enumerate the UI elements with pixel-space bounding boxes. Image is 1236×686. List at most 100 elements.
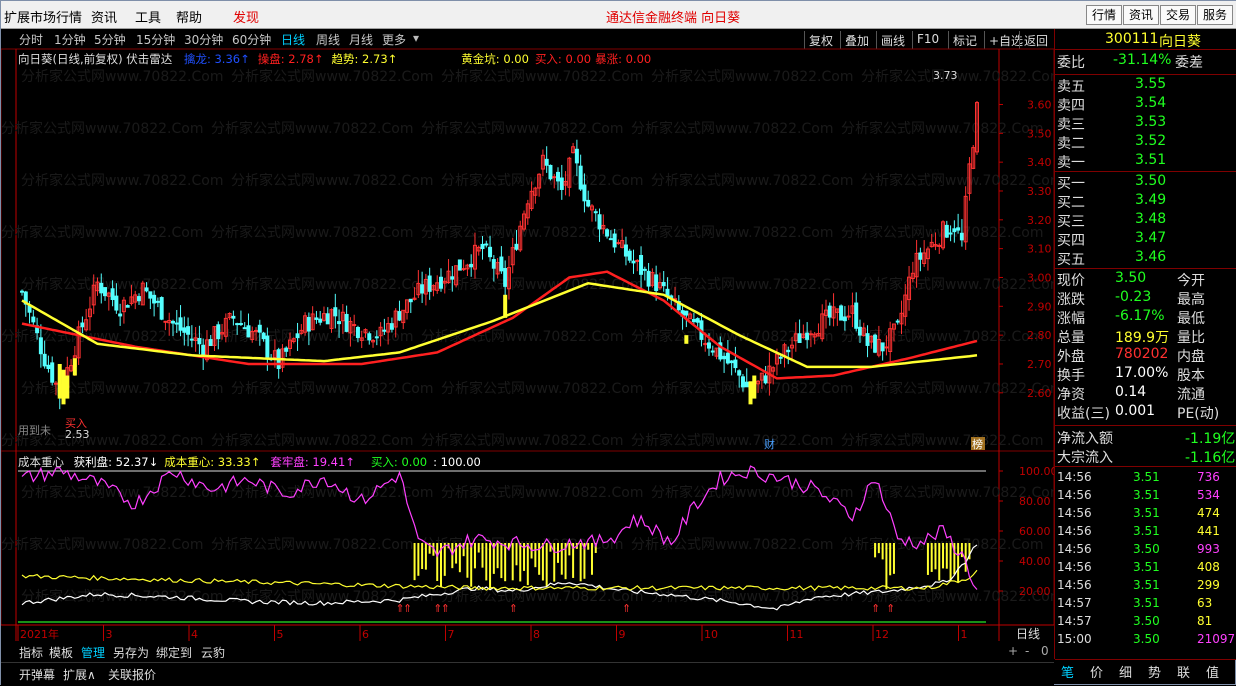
indicator-button[interactable]: 指标	[19, 644, 43, 661]
top-button-service[interactable]: 服务	[1197, 5, 1234, 25]
candle-body	[499, 256, 504, 272]
detail-tab[interactable]: 势	[1148, 662, 1161, 681]
candle-body	[503, 267, 508, 287]
stat-label: 净资	[1057, 387, 1085, 403]
stat-label-right: 最高	[1177, 292, 1205, 308]
manage-button[interactable]: 管理	[81, 644, 105, 661]
tick-volume: 63	[1197, 596, 1213, 610]
watermark-text: 分析家公式网www.70822.Com	[441, 68, 643, 85]
candle-body	[420, 284, 425, 294]
candle-body	[733, 359, 738, 369]
candle-body	[639, 254, 644, 275]
candle-body	[857, 326, 862, 336]
tick-volume: 993	[1197, 542, 1220, 556]
tick-price: 3.50	[1133, 632, 1160, 646]
sell-level-label: 卖三	[1057, 117, 1085, 133]
stat-label-right: PE(动)	[1177, 406, 1220, 422]
buy-arrow-icon: ⇑	[886, 602, 895, 615]
candle-body	[182, 327, 187, 333]
tick-price: 3.51	[1133, 578, 1160, 592]
sell-level-label: 卖一	[1057, 155, 1085, 171]
extend-toggle[interactable]: 扩展∧	[63, 666, 96, 683]
candle-body	[174, 322, 179, 325]
detail-tab[interactable]: 值	[1206, 662, 1219, 681]
stat-label: 换手	[1057, 368, 1085, 384]
candle-body	[438, 276, 443, 289]
watermark-text: 分析家公式网www.70822.Com	[231, 172, 433, 189]
candle-body	[635, 259, 640, 262]
candle-body	[480, 243, 485, 250]
stat-value: 3.50	[1115, 270, 1147, 286]
stat-label: 收益(三)	[1057, 406, 1110, 422]
zoom-in-button[interactable]: +	[1008, 644, 1018, 658]
buy-level-price: 3.46	[1135, 249, 1167, 265]
tick-volume: 441	[1197, 524, 1220, 538]
price-tick-label: 2.70	[1027, 358, 1052, 371]
top-button-quotes[interactable]: 行情	[1086, 5, 1123, 25]
watermark-text: 分析家公式网www.70822.Com	[231, 276, 433, 293]
indicator-value: 趋势: 2.73↑	[331, 52, 398, 66]
candle-body	[948, 232, 953, 235]
candle-body	[367, 333, 372, 341]
indicator-value: 买入: 0.00	[534, 52, 592, 66]
tick-time: 14:56	[1057, 488, 1092, 502]
top-button-trade[interactable]: 交易	[1160, 5, 1197, 25]
tick-price: 3.50	[1133, 542, 1160, 556]
candle-body	[627, 250, 632, 261]
flow-value: -1.16亿	[1185, 450, 1236, 466]
candle-body	[46, 364, 51, 369]
buy-arrow-icon: ⇑	[622, 602, 631, 615]
candle-body	[382, 329, 387, 332]
candle-body	[597, 214, 602, 230]
candle-body	[608, 238, 613, 241]
tick-time: 14:56	[1057, 524, 1092, 538]
candle-body	[797, 333, 802, 343]
candle-body	[574, 148, 579, 164]
tick-price: 3.51	[1133, 524, 1160, 538]
watermark-text: 分析家公式网www.70822.Com	[21, 276, 223, 293]
watermark-text: 分析家公式网www.70822.Com	[211, 536, 413, 553]
stock-code: 300111	[1105, 31, 1159, 47]
detail-tab[interactable]: 联	[1177, 662, 1190, 681]
date-tick-label: 2021年	[20, 627, 59, 641]
candle-body	[238, 323, 243, 326]
candle-body	[865, 333, 870, 346]
candle-body	[216, 324, 221, 340]
bind-to-button[interactable]: 绑定到	[156, 644, 192, 661]
danmu-toggle[interactable]: 开弹幕	[19, 666, 55, 683]
zoom-out-button[interactable]: -	[1025, 644, 1029, 658]
candle-body	[556, 171, 561, 182]
weicha-label: 委差	[1175, 55, 1203, 71]
stat-label: 涨跌	[1057, 292, 1085, 308]
linked-quote-button[interactable]: 关联报价	[108, 666, 156, 683]
detail-tab[interactable]: 笔	[1061, 662, 1074, 681]
stat-value: -0.23	[1115, 289, 1152, 305]
save-as-button[interactable]: 另存为	[113, 644, 149, 661]
stat-value: -6.17%	[1115, 308, 1165, 324]
yunbao-button[interactable]: 云豹	[201, 644, 225, 661]
tick-time: 14:57	[1057, 596, 1092, 610]
template-button[interactable]: 模板	[49, 644, 73, 661]
zoom-reset-button[interactable]: 0	[1041, 644, 1049, 658]
candle-body	[231, 315, 236, 319]
sell-level-price: 3.54	[1135, 95, 1167, 111]
watermark-text: 分析家公式网www.70822.Com	[1, 120, 203, 137]
candle-body	[722, 355, 727, 360]
candle-body	[710, 350, 715, 353]
tick-price: 3.51	[1133, 470, 1160, 484]
signal-bar	[748, 381, 753, 405]
detail-tab[interactable]: 价	[1090, 662, 1103, 681]
period-label: 日线	[1016, 627, 1040, 641]
candle-body	[155, 300, 160, 303]
buy-level-label: 买二	[1057, 195, 1085, 211]
sell-level-label: 卖四	[1057, 98, 1085, 114]
kline-chart[interactable]: 分析家公式网www.70822.Com 分析家公式网www.70822.Com 分析…	[1, 1, 1054, 661]
top-button-news[interactable]: 资讯	[1123, 5, 1160, 25]
signal-bar	[57, 363, 62, 399]
stat-value: 0.001	[1115, 403, 1156, 419]
candle-body	[397, 311, 402, 321]
buy-level-price: 3.49	[1135, 192, 1167, 208]
detail-tab[interactable]: 细	[1119, 662, 1132, 681]
tick-time: 14:56	[1057, 560, 1092, 574]
candle-body	[959, 232, 964, 241]
